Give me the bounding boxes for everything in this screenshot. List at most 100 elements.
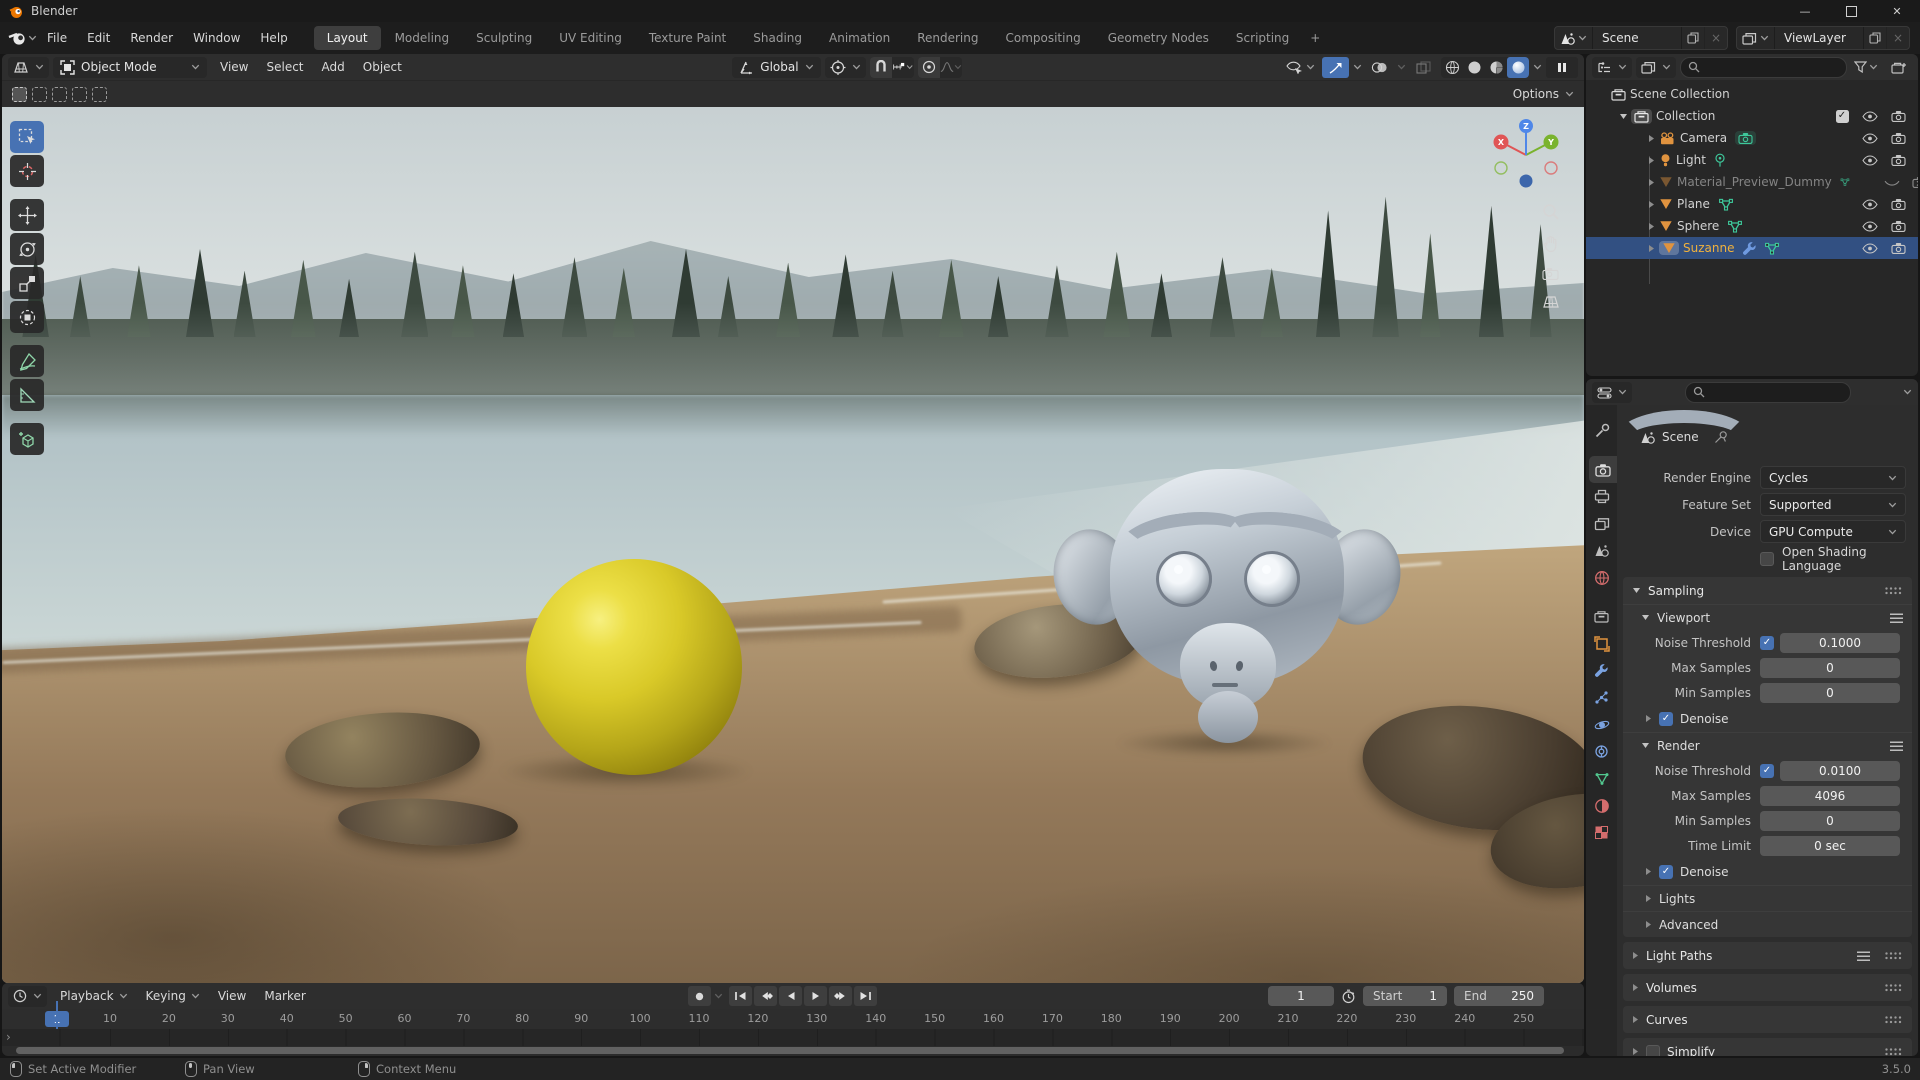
properties-options-dropdown[interactable] — [1903, 389, 1912, 395]
new-scene-button[interactable] — [1681, 27, 1704, 49]
outliner-item-sphere[interactable]: Sphere — [1586, 215, 1918, 237]
osl-checkbox[interactable] — [1760, 552, 1774, 566]
panel-header-simplify[interactable]: Simplify — [1623, 1038, 1912, 1056]
render-visibility-icon[interactable] — [1884, 132, 1912, 144]
render-subpanel-header[interactable]: Render — [1623, 732, 1912, 758]
properties-tab-texture[interactable] — [1586, 819, 1617, 846]
outliner-item-suzanne[interactable]: Suzanne — [1586, 237, 1918, 259]
tool-scale-button[interactable] — [10, 267, 44, 299]
render-visibility-icon[interactable] — [1884, 110, 1912, 123]
outliner-item-light[interactable]: Light — [1586, 149, 1918, 171]
viewport-menu-add[interactable]: Add — [313, 58, 354, 76]
value-field-viewport-min-samples[interactable]: 0 — [1760, 683, 1900, 703]
overlays-dropdown[interactable] — [1397, 64, 1406, 70]
new-viewlayer-button[interactable] — [1863, 27, 1886, 49]
preset-icon[interactable] — [1857, 951, 1870, 961]
gizmo-dropdown[interactable] — [1353, 64, 1362, 70]
tab-sculpting[interactable]: Sculpting — [463, 26, 545, 50]
expander-icon[interactable] — [1644, 134, 1659, 143]
timeline-track[interactable]: › — [2, 1029, 1584, 1046]
checkbox-render-noise-threshold[interactable]: ✓ — [1760, 764, 1774, 778]
editor-type-button[interactable] — [8, 57, 49, 78]
frame-start-field[interactable]: Start1 — [1363, 986, 1447, 1006]
timeline-ruler[interactable]: 1 10203040506070809010011012013014015016… — [2, 1009, 1584, 1029]
tool-add-cube-button[interactable] — [10, 423, 44, 455]
value-field-viewport-noise-threshold[interactable]: 0.1000 — [1780, 633, 1900, 653]
tab-texture-paint[interactable]: Texture Paint — [636, 26, 739, 50]
tool-measure-button[interactable] — [10, 379, 44, 411]
play-button[interactable] — [804, 986, 827, 1006]
toggle-ortho-icon[interactable] — [1542, 295, 1560, 309]
expander-icon[interactable] — [1644, 244, 1659, 253]
outliner-item-plane[interactable]: Plane — [1586, 193, 1918, 215]
transform-orientation-dropdown[interactable]: Global — [732, 57, 820, 78]
properties-tab-constraints[interactable] — [1586, 738, 1617, 765]
tab-modeling[interactable]: Modeling — [382, 26, 463, 50]
maximize-button[interactable] — [1828, 0, 1874, 22]
tab-layout[interactable]: Layout — [314, 26, 381, 50]
select-mode-invert[interactable] — [72, 87, 87, 102]
scene-yellow-sphere[interactable] — [526, 559, 742, 775]
properties-tab-output[interactable] — [1586, 483, 1617, 510]
zoom-icon[interactable] — [1542, 203, 1560, 221]
properties-tab-modifiers[interactable] — [1586, 657, 1617, 684]
hide-eye-icon[interactable] — [1856, 198, 1884, 210]
preset-icon[interactable] — [1890, 741, 1903, 751]
select-mode-extend[interactable] — [32, 87, 47, 102]
properties-tab-viewlayer[interactable] — [1586, 510, 1617, 537]
shading-wireframe-button[interactable] — [1441, 57, 1463, 78]
tab-rendering[interactable]: Rendering — [904, 26, 991, 50]
tab-geometry-nodes[interactable]: Geometry Nodes — [1095, 26, 1222, 50]
menu-window[interactable]: Window — [183, 28, 250, 48]
menu-help[interactable]: Help — [250, 28, 297, 48]
expander-icon[interactable] — [1616, 113, 1631, 120]
select-mode-subtract[interactable] — [52, 87, 67, 102]
outliner-item-scene-collection[interactable]: Scene Collection — [1586, 83, 1918, 105]
expander-icon[interactable] — [1644, 156, 1659, 165]
minimize-button[interactable]: — — [1782, 0, 1828, 22]
render-visibility-icon[interactable] — [1884, 242, 1912, 254]
value-field-render-min-samples[interactable]: 0 — [1760, 811, 1900, 831]
pivot-point-dropdown[interactable] — [825, 57, 866, 78]
tool-rotate-button[interactable] — [10, 233, 44, 265]
auto-keying-dropdown[interactable] — [714, 993, 723, 999]
close-button[interactable]: ✕ — [1874, 0, 1920, 22]
properties-tab-tool[interactable] — [1586, 417, 1617, 444]
panel-header-light-paths[interactable]: Light Paths — [1623, 942, 1912, 969]
play-reverse-button[interactable] — [779, 986, 802, 1006]
sampling-panel-header[interactable]: Sampling — [1623, 577, 1912, 604]
hide-eye-icon[interactable] — [1856, 220, 1884, 232]
outliner-item-material-preview-dummy[interactable]: Material_Preview_Dummy — [1586, 171, 1918, 193]
select-mode-intersect[interactable] — [92, 87, 107, 102]
value-field-render-max-samples[interactable]: 4096 — [1760, 786, 1900, 806]
render-denoise-checkbox[interactable]: ✓ — [1659, 865, 1673, 879]
outliner-item-camera[interactable]: Camera — [1586, 127, 1918, 149]
tool-cursor-button[interactable] — [10, 155, 44, 187]
snap-settings-dropdown[interactable] — [892, 57, 914, 78]
shading-rendered-button[interactable] — [1507, 57, 1529, 78]
properties-editor-type-button[interactable] — [1592, 382, 1632, 403]
properties-tab-scene[interactable] — [1586, 537, 1617, 564]
xray-toggle[interactable] — [1410, 57, 1437, 78]
camera-view-icon[interactable] — [1542, 267, 1560, 281]
scene-browse-button[interactable] — [1555, 27, 1593, 49]
timeline-menu-marker[interactable]: Marker — [255, 987, 314, 1005]
unlink-scene-button[interactable]: × — [1704, 27, 1727, 49]
proportional-editing-toggle[interactable] — [918, 57, 940, 78]
menu-file[interactable]: File — [37, 28, 77, 48]
properties-tab-particles[interactable] — [1586, 684, 1617, 711]
timeline-menu-view[interactable]: View — [209, 987, 255, 1005]
expander-icon[interactable] — [1644, 200, 1659, 209]
menu-render[interactable]: Render — [120, 28, 183, 48]
properties-tab-data[interactable] — [1586, 765, 1617, 792]
falloff-dropdown[interactable] — [940, 57, 962, 78]
viewlayer-name-field[interactable]: ViewLayer — [1775, 31, 1863, 45]
mode-dropdown[interactable]: Object Mode — [53, 57, 207, 78]
tool-move-button[interactable] — [10, 199, 44, 231]
tool-select-box-button[interactable] — [10, 121, 44, 153]
show-gizmo-toggle[interactable] — [1322, 57, 1349, 78]
hide-eye-icon[interactable] — [1856, 154, 1884, 166]
expander-icon[interactable] — [1644, 222, 1659, 231]
current-frame-field[interactable]: 1 — [1268, 986, 1334, 1006]
shading-dropdown[interactable] — [1533, 64, 1542, 70]
